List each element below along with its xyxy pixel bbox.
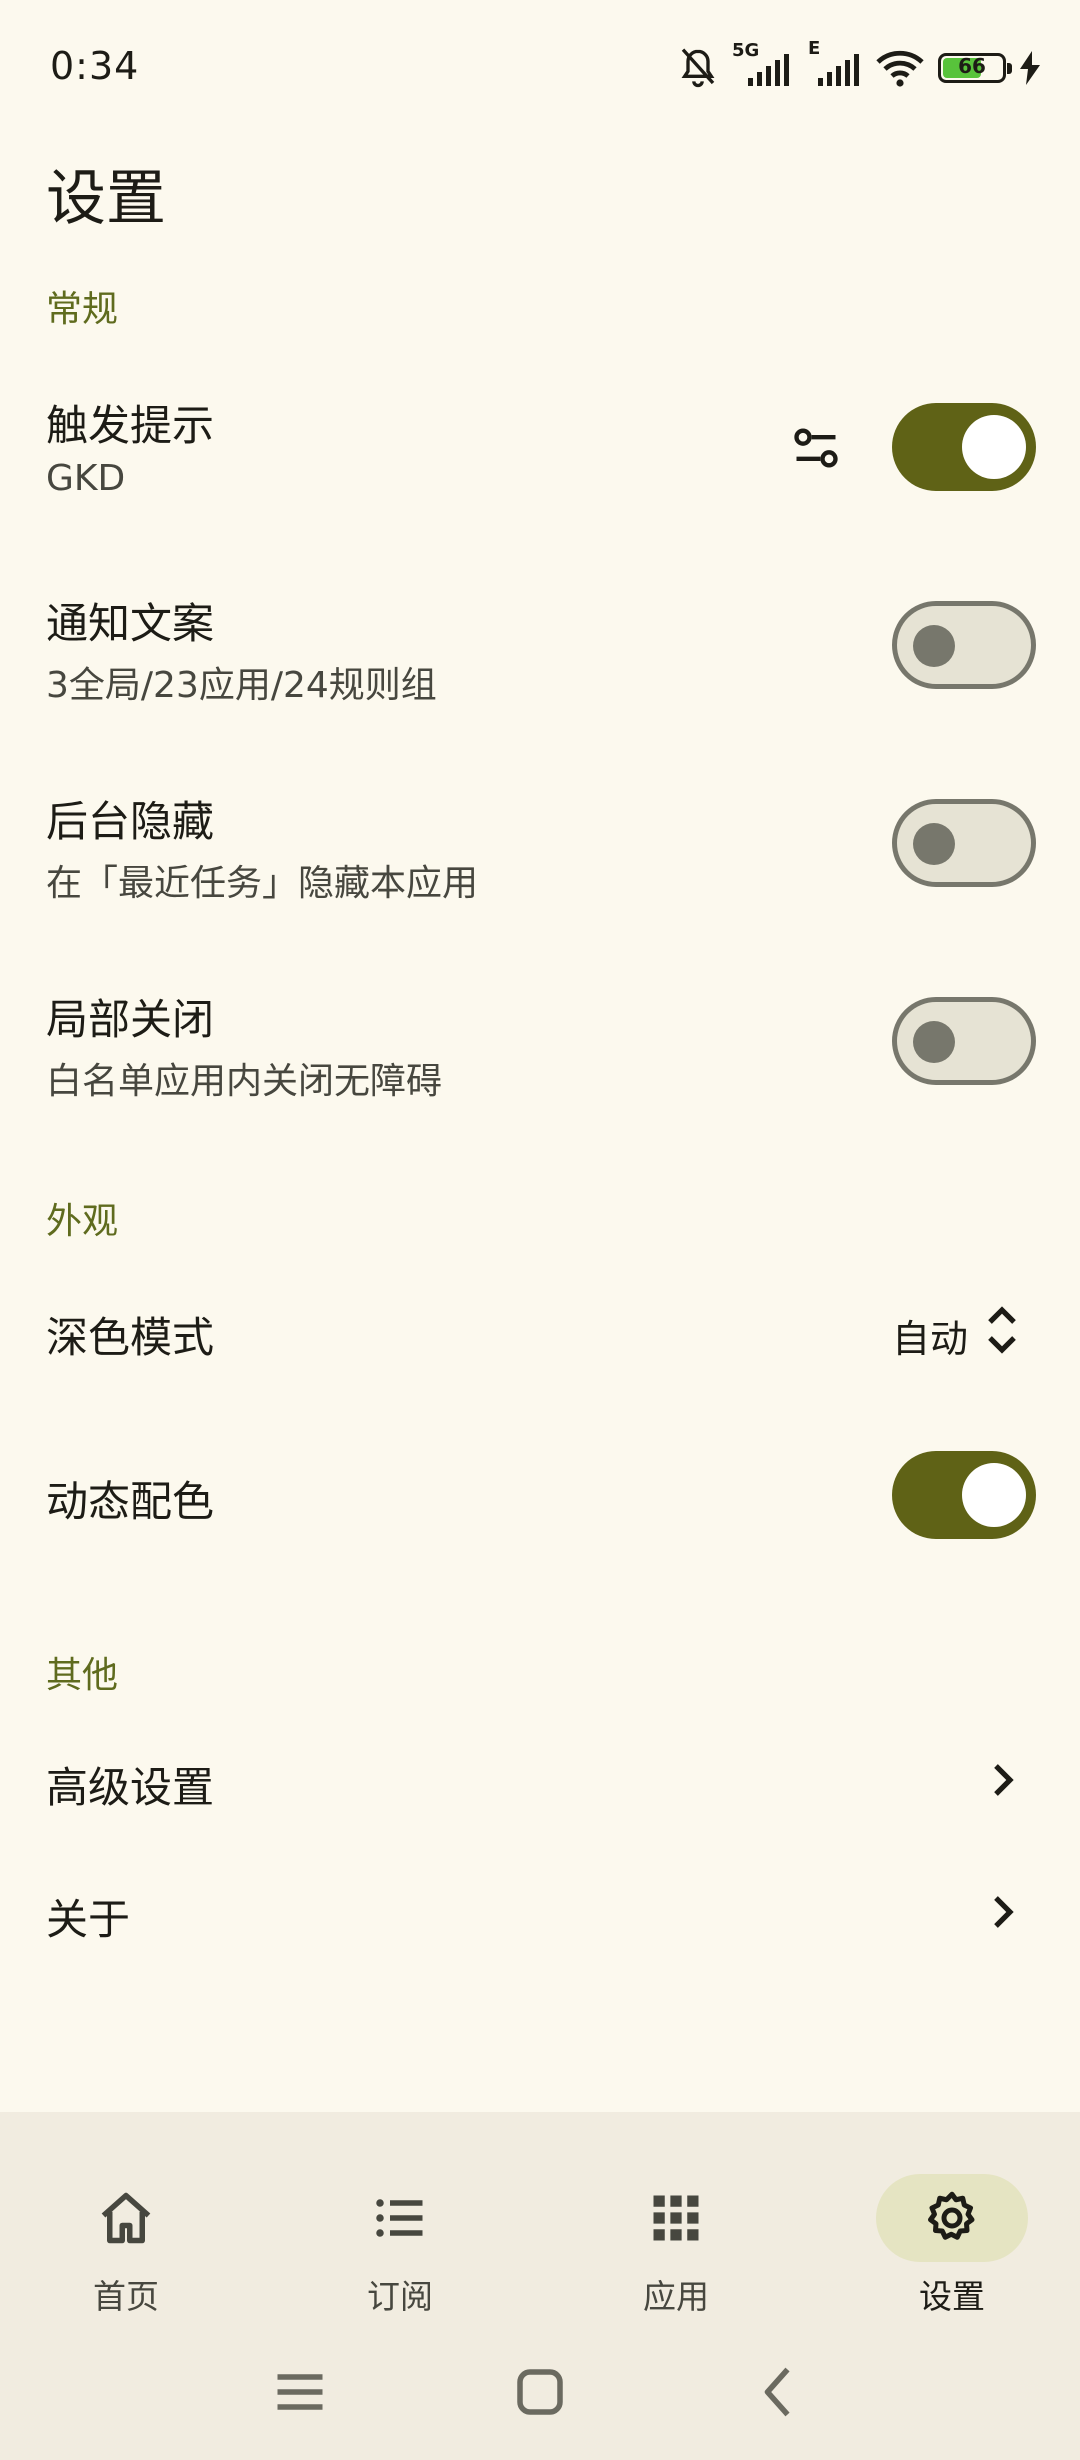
signal-icon: E [808,38,862,90]
menu-icon[interactable] [270,2362,330,2422]
nav-label: 设置 [919,2277,985,2316]
charging-icon [1020,51,1040,85]
setting-subtitle: 在「最近任务」隐藏本应用 [46,863,479,904]
hide-background-toggle[interactable] [892,799,1036,887]
nav-apps[interactable]: 应用 [576,2142,776,2316]
gear-icon [928,2191,975,2240]
toggle-knob [913,823,955,865]
dynamic-color-toggle[interactable] [892,1451,1036,1539]
battery-icon: 66 [938,53,1012,83]
tune-icon[interactable] [790,422,842,474]
setting-trigger-hint[interactable]: 触发提示 GKD [0,370,1080,530]
status-time: 0:34 [50,44,140,88]
bell-off-icon [681,48,715,88]
setting-title: 关于 [46,1895,131,1944]
nav-label: 首页 [93,2277,159,2316]
unfold-icon[interactable] [982,1302,1022,1358]
setting-title: 局部关闭 [46,995,215,1044]
setting-title: 动态配色 [46,1477,215,1526]
setting-subtitle: 白名单应用内关闭无障碍 [46,1061,443,1102]
signal-icon: 5G [732,40,794,90]
setting-title: 后台隐藏 [46,797,215,846]
setting-subtitle: GKD [46,458,126,499]
setting-advanced[interactable]: 高级设置 [0,1720,1080,1840]
section-header-appearance: 外观 [46,1201,119,1242]
setting-notify-text[interactable]: 通知文案 3全局/23应用/24规则组 [0,568,1080,728]
setting-title: 高级设置 [46,1763,215,1812]
nav-subscribe[interactable]: 订阅 [300,2142,500,2316]
status-icons: 5G E 66 [678,38,1040,92]
chevron-right-icon [994,1764,1014,1796]
bottom-navigation: 首页 订阅 应用 设置 [0,2112,1080,2460]
home-square-icon[interactable] [510,2362,570,2422]
chevron-right-icon [994,1896,1014,1928]
setting-about[interactable]: 关于 [0,1852,1080,1972]
home-icon [101,2192,151,2244]
setting-partial-close[interactable]: 局部关闭 白名单应用内关闭无障碍 [0,964,1080,1124]
toggle-knob [913,625,955,667]
trigger-hint-toggle[interactable] [892,403,1036,491]
nav-label: 应用 [643,2277,709,2316]
back-icon[interactable] [750,2362,810,2422]
setting-dynamic-color[interactable]: 动态配色 [0,1430,1080,1560]
nav-home[interactable]: 首页 [26,2142,226,2316]
notify-text-toggle[interactable] [892,601,1036,689]
dark-mode-value[interactable]: 自动 [892,1308,968,1363]
partial-close-toggle[interactable] [892,997,1036,1085]
toggle-knob [962,1463,1026,1527]
setting-dark-mode[interactable]: 深色模式 自动 [0,1270,1080,1390]
apps-grid-icon [653,2195,699,2241]
section-header-other: 其他 [46,1655,119,1696]
setting-hide-background[interactable]: 后台隐藏 在「最近任务」隐藏本应用 [0,766,1080,926]
setting-title: 触发提示 [46,401,215,450]
setting-title: 深色模式 [46,1313,215,1362]
setting-title: 通知文案 [46,599,215,648]
toggle-knob [913,1021,955,1063]
battery-level: 66 [958,54,986,78]
page-title: 设置 [46,164,166,234]
status-bar: 0:34 5G E 66 [0,0,1080,136]
nav-label: 订阅 [367,2277,433,2316]
toggle-knob [962,415,1026,479]
list-icon [376,2199,423,2237]
wifi-icon [876,50,924,87]
nav-settings[interactable]: 设置 [852,2142,1052,2316]
setting-subtitle: 3全局/23应用/24规则组 [46,665,437,706]
section-header-general: 常规 [46,289,119,330]
